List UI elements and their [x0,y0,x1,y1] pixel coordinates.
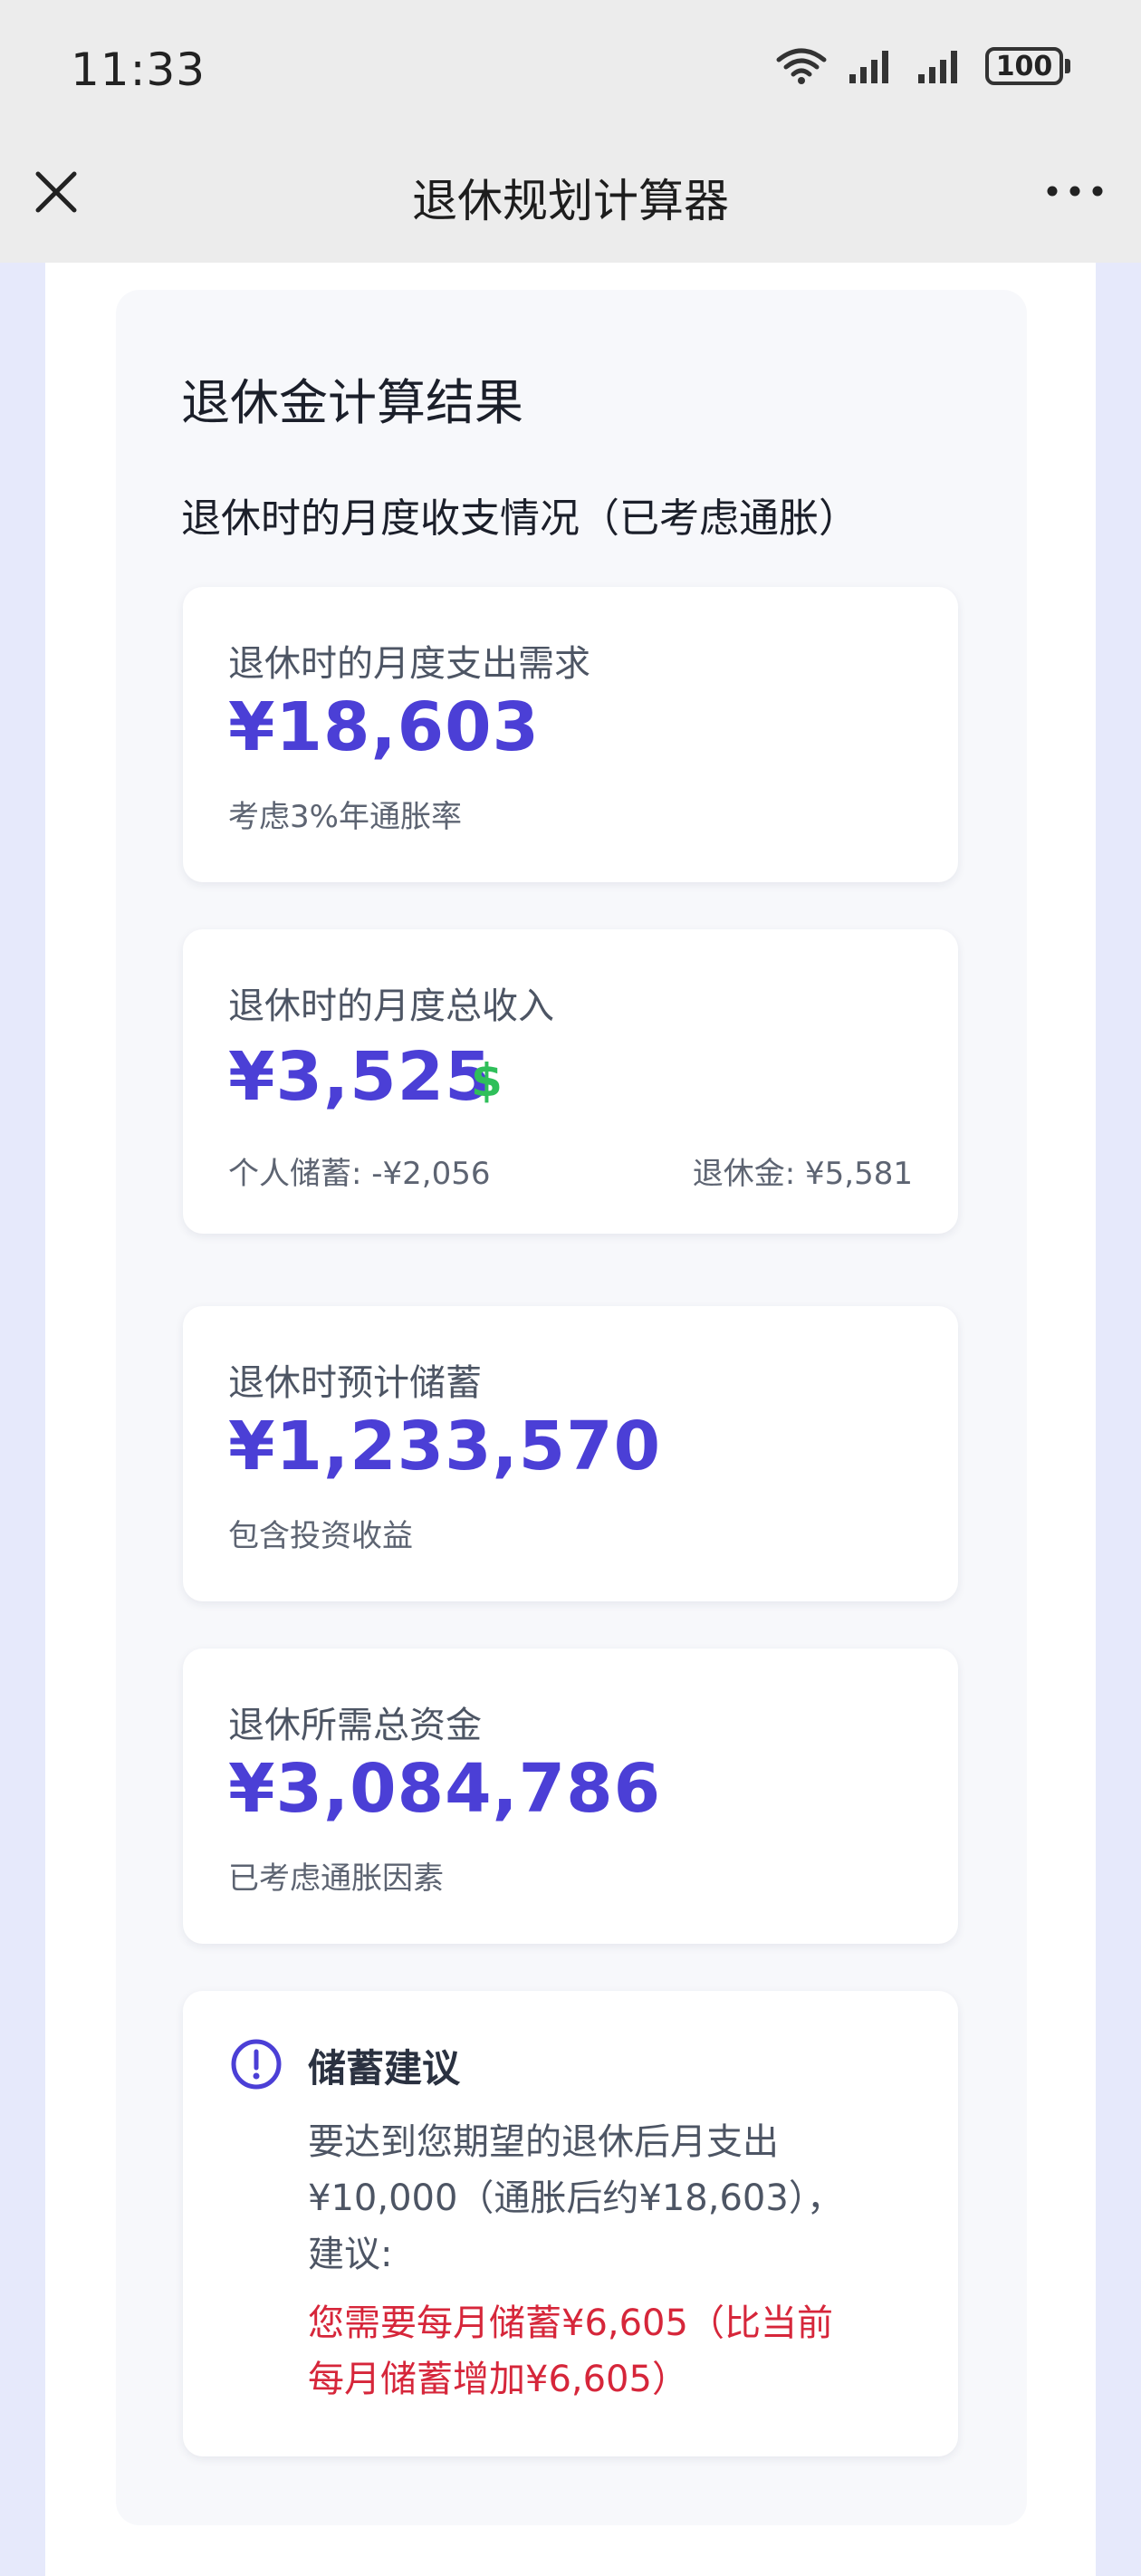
advice-card: 储蓄建议 要达到您期望的退休后月支出 ¥10,000（通胀后约¥18,603），… [183,1991,958,2456]
advice-line: ¥10,000（通胀后约¥18,603）， [308,2177,843,2219]
total-card: 退休所需总资金 ¥3,084,786 已考虑通胀因素 [183,1648,958,1944]
section-title: 退休金计算结果 [181,374,523,431]
income-pension-note: 退休金: ¥5,581 [692,1156,913,1192]
total-value: ¥3,084,786 [228,1750,662,1828]
savings-card: 退休时预计储蓄 ¥1,233,570 包含投资收益 [183,1306,958,1601]
advice-line: 建议: [308,2234,393,2275]
subsection-title: 退休时的月度收支情况（已考虑通胀） [181,495,858,542]
alert-circle-icon [231,2039,282,2090]
advice-title: 储蓄建议 [308,2046,461,2091]
total-label: 退休所需总资金 [228,1705,482,1746]
status-bar: 11:33 100 [0,0,1141,145]
advice-highlight-line: 每月储蓄增加¥6,605） [308,2359,688,2400]
income-card: 退休时的月度总收入 ¥3,525 $ 个人储蓄: -¥2,056 退休金: ¥5… [183,929,958,1234]
expense-label: 退休时的月度支出需求 [228,643,590,685]
advice-highlight-line: 您需要每月储蓄¥6,605（比当前 [308,2302,833,2344]
total-note: 已考虑通胀因素 [228,1860,444,1897]
expense-note: 考虑3%年通胀率 [228,799,462,835]
savings-note: 包含投资收益 [228,1518,413,1554]
savings-value: ¥1,233,570 [228,1408,662,1485]
wifi-icon [776,48,827,84]
more-icon[interactable] [1043,178,1107,205]
battery-icon: 100 [985,47,1070,85]
income-label: 退休时的月度总收入 [228,985,554,1027]
income-value: ¥3,525 [228,1038,493,1116]
status-time: 11:33 [71,43,206,96]
signal-icon [849,51,888,83]
page-title: 退休规划计算器 [412,175,729,227]
battery-level: 100 [985,47,1063,85]
dollar-icon: $ [471,1054,503,1107]
nav-bar: 退休规划计算器 [0,145,1141,263]
income-savings-note: 个人储蓄: -¥2,056 [228,1156,491,1192]
expense-value: ¥18,603 [228,688,541,766]
status-icons: 100 [775,47,1070,85]
savings-label: 退休时预计储蓄 [228,1362,482,1404]
expense-card: 退休时的月度支出需求 ¥18,603 考虑3%年通胀率 [183,587,958,882]
advice-line: 要达到您期望的退休后月支出 [308,2121,779,2163]
signal-icon-2 [918,51,957,83]
